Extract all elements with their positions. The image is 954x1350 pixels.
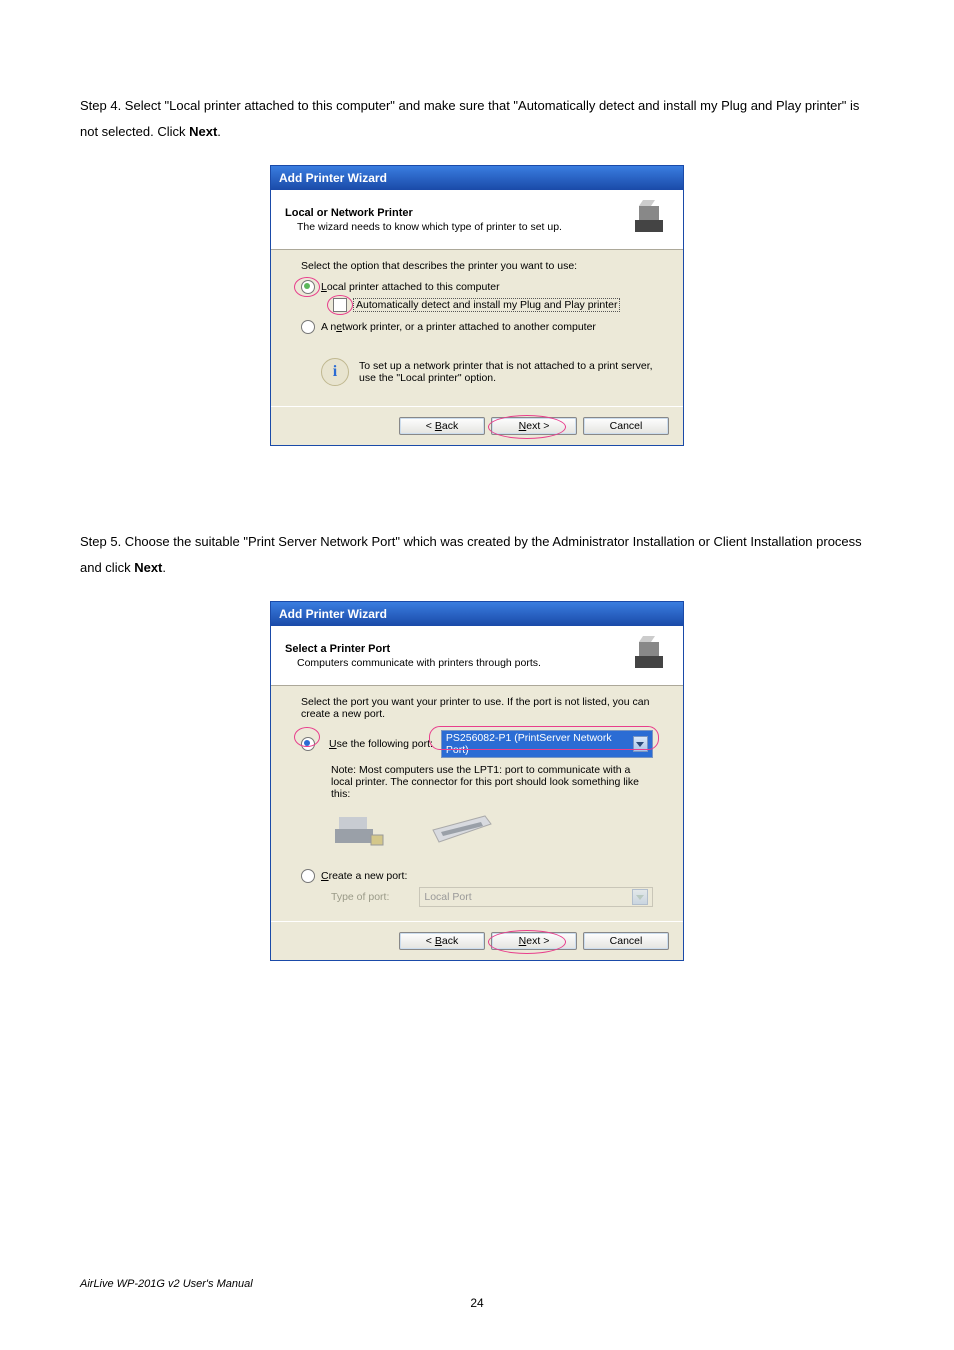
wizard2-note: Note: Most computers use the LPT1: port … bbox=[331, 764, 653, 800]
option-network-printer-row[interactable]: A network printer, or a printer attached… bbox=[301, 320, 653, 334]
info-icon: i bbox=[321, 358, 349, 386]
wizard2-titlebar: Add Printer Wizard bbox=[271, 602, 683, 626]
port-dropdown-value: PS256082-P1 (PrintServer Network Port) bbox=[446, 732, 629, 756]
wizard1-prompt: Select the option that describes the pri… bbox=[301, 260, 653, 272]
next-button[interactable]: Next > bbox=[491, 932, 577, 950]
radio-use-port[interactable] bbox=[301, 737, 315, 751]
type-of-port-dropdown: Local Port bbox=[419, 887, 653, 907]
wizard1-header-title: Local or Network Printer bbox=[285, 207, 629, 219]
checkbox-auto-detect-row[interactable]: Automatically detect and install my Plug… bbox=[333, 298, 653, 312]
wizard1-titlebar: Add Printer Wizard bbox=[271, 166, 683, 190]
footer-manual-title: AirLive WP-201G v2 User's Manual bbox=[80, 1278, 874, 1290]
step4-text-b: . bbox=[217, 124, 221, 139]
page-footer: AirLive WP-201G v2 User's Manual 24 bbox=[80, 1278, 874, 1310]
radio-network-printer[interactable] bbox=[301, 320, 315, 334]
cancel-button[interactable]: Cancel bbox=[583, 417, 669, 435]
wizard1-info-text: To set up a network printer that is not … bbox=[359, 360, 653, 384]
option-local-printer-row[interactable]: Local printer attached to this computer bbox=[301, 280, 653, 294]
back-button[interactable]: < Back bbox=[399, 417, 485, 435]
wizard2-prompt: Select the port you want your printer to… bbox=[301, 696, 653, 720]
wizard2-body: Select the port you want your printer to… bbox=[271, 686, 683, 921]
step4-bold: Next bbox=[189, 124, 217, 139]
chevron-down-icon bbox=[632, 889, 648, 905]
wizard2-button-row: < Back Next > Cancel bbox=[271, 921, 683, 960]
next-button[interactable]: Next > bbox=[491, 417, 577, 435]
highlight-oval-next bbox=[488, 415, 566, 439]
step5-text-b: . bbox=[162, 560, 166, 575]
option-use-port-label: Use the following port: bbox=[329, 738, 433, 750]
option-create-port-row[interactable]: Create a new port: bbox=[301, 869, 653, 883]
wizard1-info-row: i To set up a network printer that is no… bbox=[321, 358, 653, 386]
option-local-printer-label: Local printer attached to this computer bbox=[321, 281, 500, 293]
printer-wizard-icon bbox=[629, 634, 669, 677]
connector-printer-icon bbox=[331, 811, 387, 854]
wizard2-header: Select a Printer Port Computers communic… bbox=[271, 626, 683, 686]
connector-images-row bbox=[331, 810, 653, 855]
radio-create-port[interactable] bbox=[301, 869, 315, 883]
option-create-port-label: Create a new port: bbox=[321, 870, 407, 882]
wizard1-header-sub: The wizard needs to know which type of p… bbox=[297, 221, 629, 233]
chevron-down-icon[interactable] bbox=[633, 736, 648, 752]
wizard2-header-sub: Computers communicate with printers thro… bbox=[297, 657, 629, 669]
cancel-button[interactable]: Cancel bbox=[583, 932, 669, 950]
highlight-oval-next bbox=[488, 930, 566, 954]
step5-text-a: Step 5. Choose the suitable "Print Serve… bbox=[80, 534, 862, 575]
back-button[interactable]: < Back bbox=[399, 932, 485, 950]
step5-bold: Next bbox=[134, 560, 162, 575]
checkbox-auto-detect[interactable] bbox=[333, 298, 347, 312]
step5-paragraph: Step 5. Choose the suitable "Print Serve… bbox=[80, 529, 874, 581]
wizard1-button-row: < Back Next > Cancel bbox=[271, 406, 683, 445]
type-of-port-value: Local Port bbox=[424, 891, 471, 903]
wizard2-header-title: Select a Printer Port bbox=[285, 643, 629, 655]
wizard1-header: Local or Network Printer The wizard need… bbox=[271, 190, 683, 250]
checkbox-auto-detect-label: Automatically detect and install my Plug… bbox=[353, 298, 620, 312]
printer-wizard-icon bbox=[629, 198, 669, 241]
wizard1-body: Select the option that describes the pri… bbox=[271, 250, 683, 406]
radio-local-printer[interactable] bbox=[301, 280, 315, 294]
connector-port-icon bbox=[427, 810, 497, 855]
footer-page-number: 24 bbox=[80, 1296, 874, 1310]
wizard-local-or-network: Add Printer Wizard Local or Network Prin… bbox=[270, 165, 684, 446]
port-dropdown[interactable]: PS256082-P1 (PrintServer Network Port) bbox=[441, 730, 653, 758]
option-network-printer-label: A network printer, or a printer attached… bbox=[321, 321, 596, 333]
wizard-select-port: Add Printer Wizard Select a Printer Port… bbox=[270, 601, 684, 961]
type-of-port-label: Type of port: bbox=[331, 891, 389, 903]
step4-paragraph: Step 4. Select "Local printer attached t… bbox=[80, 93, 874, 145]
option-use-port-row[interactable]: Use the following port: PS256082-P1 (Pri… bbox=[301, 730, 653, 758]
